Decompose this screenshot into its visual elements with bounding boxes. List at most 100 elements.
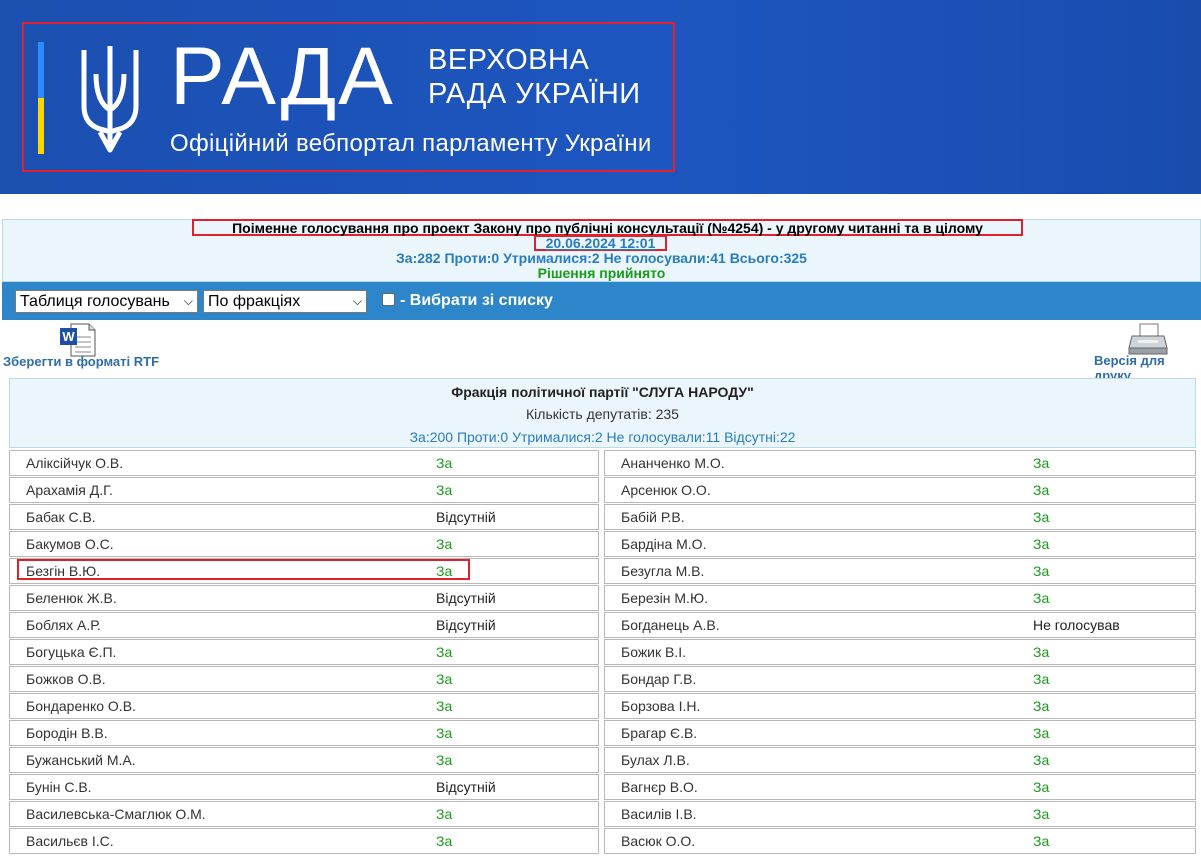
vote-decision: Рішення прийнято (537, 265, 666, 281)
choose-from-list-label: - Вибрати зі списку (400, 292, 553, 309)
deputy-row: Арсенюк О.О. За (604, 477, 1196, 503)
faction-deputy-count: Кількість депутатів: 235 (526, 406, 679, 422)
deputy-vote: За (1033, 590, 1050, 606)
deputy-row: Василевська-Смаглюк О.М. За (9, 801, 599, 827)
deputy-vote: За (1033, 644, 1050, 660)
deputy-name: Бакумов О.С. (26, 536, 114, 552)
deputy-vote: За (1033, 752, 1050, 768)
deputy-row: Брагар Є.В. За (604, 720, 1196, 746)
deputy-vote: За (1033, 698, 1050, 714)
deputy-vote: За (436, 644, 453, 660)
deputy-row: Боблях А.Р. Відсутній (9, 612, 599, 638)
deputy-vote: За (1033, 482, 1050, 498)
deputy-row: Безугла М.В. За (604, 558, 1196, 584)
deputy-row: Березін М.Ю. За (604, 585, 1196, 611)
deputy-name: Безугла М.В. (621, 563, 705, 579)
deputy-vote: Відсутній (436, 617, 496, 633)
deputy-row: Бакумов О.С. За (9, 531, 599, 557)
deputy-name: Божик В.І. (621, 644, 687, 660)
deputy-name: Бардіна М.О. (621, 536, 707, 552)
word-document-icon[interactable]: W (59, 323, 96, 357)
deputy-vote: За (1033, 455, 1050, 471)
deputy-row: Богданець А.В. Не голосував (604, 612, 1196, 638)
deputy-name: Вагнєр В.О. (621, 779, 698, 795)
title-line-2: РАДА УКРАЇНИ (428, 78, 641, 110)
printer-icon[interactable] (1128, 322, 1168, 356)
deputy-name: Богуцька Є.П. (26, 644, 117, 660)
deputy-row: Божков О.В. За (9, 666, 599, 692)
deputy-row: Ананченко М.О. За (604, 450, 1196, 476)
deputy-name: Боблях А.Р. (26, 617, 101, 633)
title-line-1: ВЕРХОВНА (428, 44, 590, 76)
deputy-row: Булах Л.В. За (604, 747, 1196, 773)
flag-icon (38, 42, 44, 154)
deputy-name: Бондар Г.В. (621, 671, 697, 687)
deputy-vote: За (436, 482, 453, 498)
deputy-row: Аліксійчук О.В. За (9, 450, 599, 476)
deputy-vote: За (1033, 833, 1050, 849)
deputy-row: Богуцька Є.П. За (9, 639, 599, 665)
vote-title: Поіменне голосування про проект Закону п… (192, 219, 1023, 236)
deputy-vote: Відсутній (436, 590, 496, 606)
deputy-name: Бородін В.В. (26, 725, 108, 741)
deputy-name: Василів І.В. (621, 806, 697, 822)
save-rtf-link[interactable]: Зберегти в форматі RTF (3, 354, 159, 369)
chevron-down-icon: ⌵ (352, 294, 362, 308)
deputy-vote: За (1033, 509, 1050, 525)
deputy-vote: За (436, 725, 453, 741)
deputy-row: Борзова І.Н. За (604, 693, 1196, 719)
deputy-name: Брагар Є.В. (621, 725, 698, 741)
deputy-name: Васильєв І.С. (26, 833, 114, 849)
deputy-row: Бунін С.В. Відсутній (9, 774, 599, 800)
deputy-row: Вагнєр В.О. За (604, 774, 1196, 800)
deputy-row: Бужанський М.А. За (9, 747, 599, 773)
deputy-name: Василевська-Смаглюк О.М. (26, 806, 206, 822)
deputy-name: Ананченко М.О. (621, 455, 725, 471)
table-type-select-value: Таблиця голосувань (20, 293, 170, 310)
deputy-row: Божик В.І. За (604, 639, 1196, 665)
deputy-row: Бабак С.В. Відсутній (9, 504, 599, 530)
deputy-row: Бондаренко О.В. За (9, 693, 599, 719)
deputy-name: Божков О.В. (26, 671, 106, 687)
deputy-name: Васюк О.О. (621, 833, 696, 849)
deputy-vote: За (436, 833, 453, 849)
deputy-vote: За (436, 455, 453, 471)
deputy-row: Бабій Р.В. За (604, 504, 1196, 530)
grouping-select[interactable]: По фракціях ⌵ (203, 290, 367, 313)
deputy-vote: За (436, 752, 453, 768)
deputy-name: Богданець А.В. (621, 617, 720, 633)
trident-icon (81, 46, 139, 153)
deputy-vote: За (1033, 725, 1050, 741)
deputy-name: Березін М.Ю. (621, 590, 708, 606)
deputy-row: Бондар Г.В. За (604, 666, 1196, 692)
brand-name: РАДА (170, 31, 395, 122)
deputy-name: Аліксійчук О.В. (26, 455, 124, 471)
choose-from-list-checkbox[interactable] (382, 293, 395, 306)
vote-totals: За:282 Проти:0 Утрималися:2 Не голосувал… (396, 250, 807, 266)
deputy-row: Арахамія Д.Г. За (9, 477, 599, 503)
deputy-vote: За (436, 536, 453, 552)
deputy-name: Бунін С.В. (26, 779, 92, 795)
deputy-vote: За (436, 806, 453, 822)
vote-date-link[interactable]: 20.06.2024 12:01 (534, 235, 667, 251)
deputy-name: Бужанський М.А. (26, 752, 136, 768)
deputy-vote: За (1033, 671, 1050, 687)
deputy-name: Бондаренко О.В. (26, 698, 136, 714)
deputy-vote: За (436, 671, 453, 687)
deputy-name: Арсенюк О.О. (621, 482, 711, 498)
chevron-down-icon: ⌵ (183, 294, 193, 308)
table-type-select[interactable]: Таблиця голосувань ⌵ (15, 290, 198, 313)
deputy-row: Беленюк Ж.В. Відсутній (9, 585, 599, 611)
deputy-row: Бардіна М.О. За (604, 531, 1196, 557)
deputy-vote: За (1033, 563, 1050, 579)
deputy-vote: Відсутній (436, 509, 496, 525)
deputy-name: Беленюк Ж.В. (26, 590, 117, 606)
deputy-row: Бородін В.В. За (9, 720, 599, 746)
deputy-name: Булах Л.В. (621, 752, 690, 768)
deputy-vote: За (1033, 806, 1050, 822)
deputy-vote: За (1033, 779, 1050, 795)
deputy-row: Васильєв І.С. За (9, 828, 599, 854)
deputy-row: Василів І.В. За (604, 801, 1196, 827)
deputy-vote: Відсутній (436, 779, 496, 795)
deputy-row: Васюк О.О. За (604, 828, 1196, 854)
